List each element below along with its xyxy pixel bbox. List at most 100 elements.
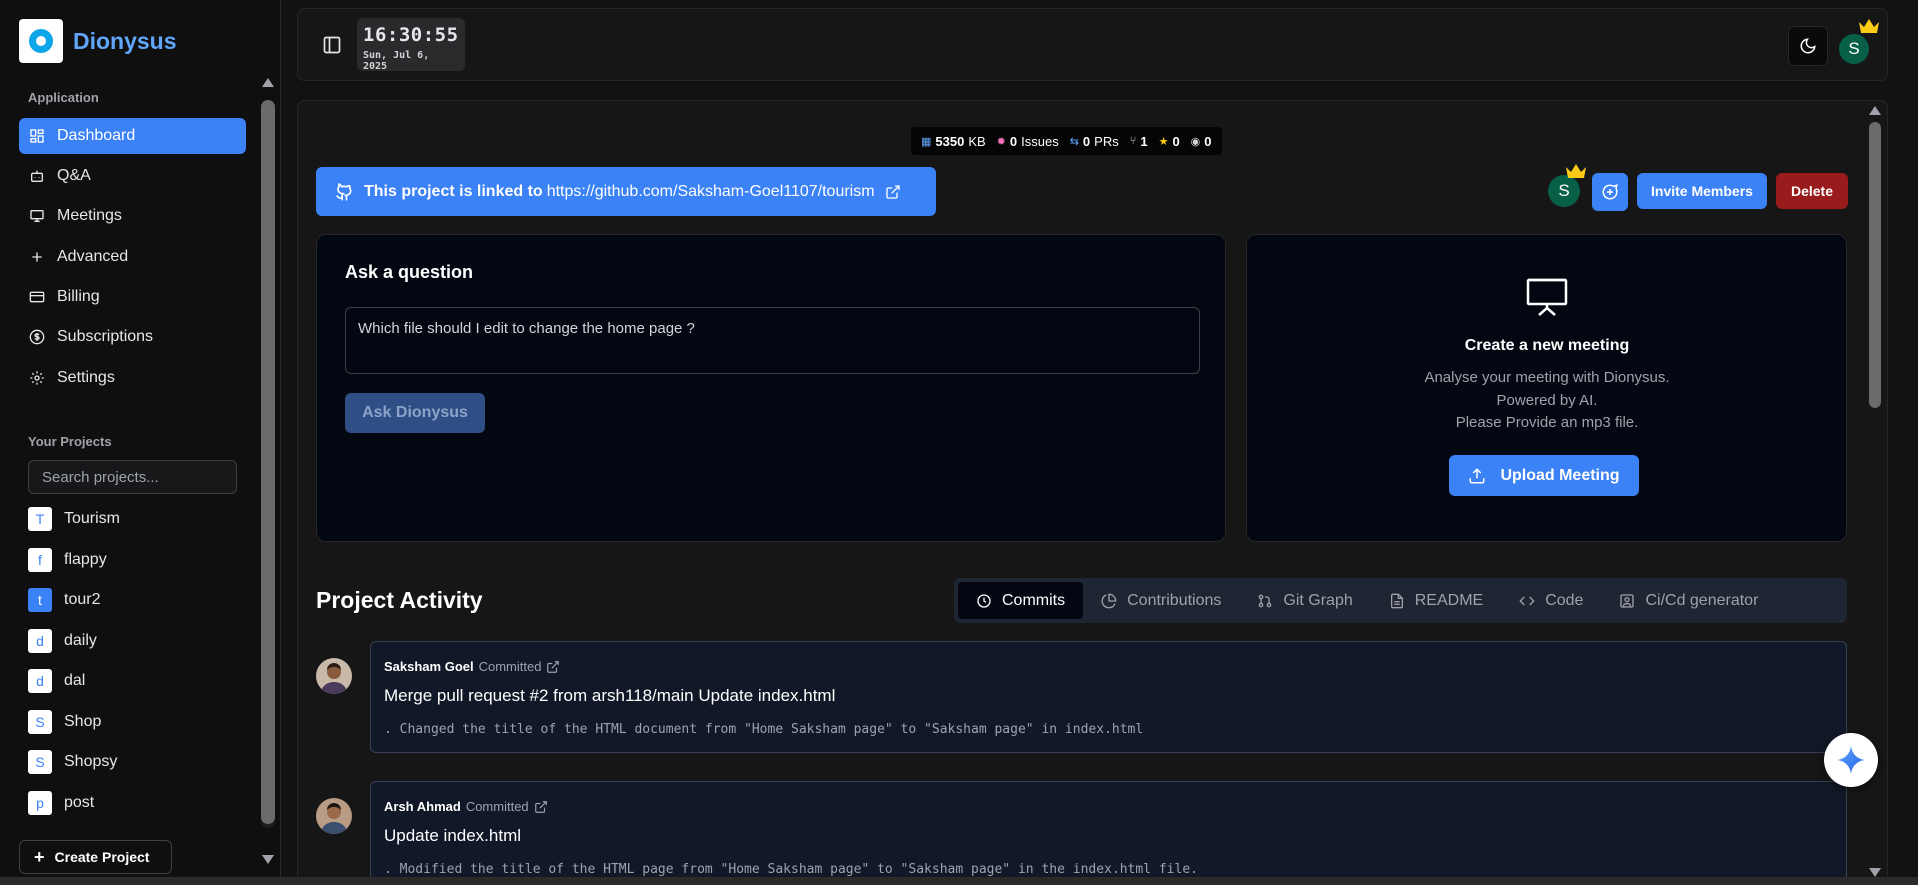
sidebar-item-advanced[interactable]: Advanced bbox=[19, 239, 246, 275]
project-name: Shop bbox=[64, 713, 102, 730]
tab-label: README bbox=[1414, 591, 1484, 609]
square-user-icon bbox=[1620, 593, 1635, 608]
panel-left-icon bbox=[323, 36, 341, 54]
sidebar-item-label: Q&A bbox=[57, 167, 91, 184]
scroll-down-icon[interactable] bbox=[1869, 868, 1881, 877]
commit-author-name: Saksham Goel bbox=[384, 659, 474, 674]
commit-author-avatar bbox=[316, 658, 352, 694]
project-item-tourism[interactable]: T Tourism bbox=[28, 505, 120, 533]
dashboard-icon bbox=[30, 129, 44, 143]
tab-code[interactable]: Code bbox=[1501, 582, 1601, 619]
activity-tabs: Commits Contributions Git Graph README C… bbox=[954, 578, 1847, 623]
project-item-shop[interactable]: S Shop bbox=[28, 708, 101, 736]
tab-contributions[interactable]: Contributions bbox=[1083, 582, 1239, 619]
question-input[interactable] bbox=[345, 307, 1200, 374]
project-item-tour2[interactable]: t tour2 bbox=[28, 586, 100, 614]
scrollbar-thumb[interactable] bbox=[1869, 122, 1881, 408]
create-project-button[interactable]: + Create Project bbox=[19, 840, 172, 874]
project-letter-icon: d bbox=[28, 629, 52, 653]
project-name: tour2 bbox=[64, 591, 101, 608]
file-text-icon bbox=[1390, 593, 1403, 608]
external-link-icon[interactable] bbox=[534, 800, 548, 814]
tab-git-graph[interactable]: Git Graph bbox=[1239, 582, 1370, 619]
presentation-icon bbox=[1525, 277, 1569, 317]
scroll-up-icon[interactable] bbox=[1869, 106, 1881, 115]
brand[interactable]: Dionysus bbox=[19, 19, 177, 63]
scroll-up-icon[interactable] bbox=[262, 78, 274, 87]
project-item-post[interactable]: p post bbox=[28, 789, 94, 817]
meeting-desc-line2: Powered by AI. bbox=[1496, 392, 1598, 409]
commit-author-name: Arsh Ahmad bbox=[384, 799, 461, 814]
ai-assistant-button[interactable] bbox=[1824, 733, 1878, 787]
project-item-flappy[interactable]: f flappy bbox=[28, 546, 107, 574]
project-item-daily[interactable]: d daily bbox=[28, 627, 97, 655]
clock-time: 16:30:55 bbox=[363, 24, 459, 46]
external-link-icon[interactable] bbox=[546, 660, 560, 674]
sidebar-item-billing[interactable]: Billing bbox=[19, 279, 246, 315]
project-item-shopsy[interactable]: S Shopsy bbox=[28, 748, 117, 776]
brand-logo-icon bbox=[19, 19, 63, 63]
credit-card-icon bbox=[29, 291, 45, 303]
user-avatar[interactable]: S bbox=[1839, 34, 1869, 64]
sidebar-item-settings[interactable]: Settings bbox=[19, 360, 246, 396]
commit-summary: . Modified the title of the HTML page fr… bbox=[384, 862, 1198, 877]
tab-cicd-generator[interactable]: Ci/Cd generator bbox=[1601, 582, 1776, 619]
bug-icon: ✹ bbox=[996, 135, 1006, 148]
code-icon bbox=[1519, 596, 1535, 605]
theme-toggle-button[interactable] bbox=[1788, 26, 1828, 66]
git-pull-request-icon bbox=[1259, 594, 1272, 607]
plus-icon bbox=[32, 252, 42, 262]
ask-question-card: Ask a question Ask Dionysus bbox=[316, 234, 1226, 542]
repo-link[interactable]: https://github.com/Saksham-Goel1107/tour… bbox=[547, 183, 875, 201]
scroll-down-icon[interactable] bbox=[262, 855, 274, 864]
crown-icon bbox=[1565, 163, 1587, 179]
message-plus-icon bbox=[1602, 184, 1618, 200]
project-letter-icon: d bbox=[28, 669, 52, 693]
sidebar-item-label: Meetings bbox=[57, 207, 122, 224]
commit-author: Saksham Goel Committed bbox=[384, 659, 560, 674]
stat-prs: ⇆ 0 PRs bbox=[1069, 133, 1119, 149]
upload-meeting-button[interactable]: Upload Meeting bbox=[1449, 455, 1639, 496]
tab-readme[interactable]: README bbox=[1371, 582, 1501, 619]
tab-commits[interactable]: Commits bbox=[958, 582, 1084, 619]
ask-dionysus-button[interactable]: Ask Dionysus bbox=[345, 393, 485, 433]
pie-chart-icon bbox=[1101, 593, 1117, 608]
project-name: Tourism bbox=[64, 510, 121, 527]
github-icon bbox=[336, 182, 352, 200]
project-activity-title: Project Activity bbox=[316, 587, 483, 613]
meeting-desc-line1: Analyse your meeting with Dionysus. bbox=[1424, 369, 1670, 386]
plus-icon: + bbox=[34, 847, 45, 867]
search-projects-input[interactable] bbox=[28, 460, 237, 494]
owner-avatar[interactable]: S bbox=[1548, 175, 1580, 207]
commit-author: Arsh Ahmad Committed bbox=[384, 799, 548, 814]
scrollbar-thumb[interactable] bbox=[261, 100, 275, 824]
project-item-dal[interactable]: d dal bbox=[28, 667, 85, 695]
project-name: daily bbox=[64, 632, 97, 649]
sidebar-item-subscriptions[interactable]: Subscriptions bbox=[19, 319, 246, 355]
presentation-icon bbox=[30, 210, 44, 222]
banner-text: This project is linked to bbox=[364, 182, 543, 200]
moon-icon bbox=[1800, 38, 1816, 54]
sidebar-item-label: Subscriptions bbox=[57, 328, 154, 345]
commit-verb: Committed bbox=[478, 659, 542, 674]
sidebar-item-meetings[interactable]: Meetings bbox=[19, 198, 246, 234]
sidebar-item-dashboard[interactable]: Dashboard bbox=[19, 118, 246, 154]
project-letter-icon: T bbox=[28, 507, 52, 531]
delete-project-button[interactable]: Delete bbox=[1776, 173, 1848, 209]
group-label-projects: Your Projects bbox=[28, 434, 112, 449]
commit-item: Saksham Goel Committed Merge pull reques… bbox=[370, 641, 1847, 753]
sidebar-scrollbar[interactable] bbox=[258, 72, 278, 872]
stat-watchers: ◉ 0 bbox=[1190, 133, 1212, 149]
invite-members-button[interactable]: Invite Members bbox=[1637, 173, 1767, 209]
main-content: ▦ 5350 KB ✹ 0 Issues ⇆ 0 PRs ⑂ 1 ★ 0 ◉ 0 This pro… bbox=[297, 100, 1888, 885]
tab-label: Code bbox=[1545, 591, 1584, 609]
stat-size: ▦ 5350 KB bbox=[921, 133, 986, 149]
sidebar-item-label: Billing bbox=[57, 288, 100, 305]
sidebar-item-qa[interactable]: Q&A bbox=[19, 158, 246, 194]
ask-question-title: Ask a question bbox=[345, 262, 474, 282]
sidebar-toggle-button[interactable] bbox=[322, 35, 342, 55]
chat-button[interactable] bbox=[1592, 173, 1628, 211]
external-link-icon[interactable] bbox=[885, 184, 901, 200]
project-name: dal bbox=[64, 672, 86, 689]
github-link-banner: This project is linked to https://github… bbox=[316, 167, 936, 216]
